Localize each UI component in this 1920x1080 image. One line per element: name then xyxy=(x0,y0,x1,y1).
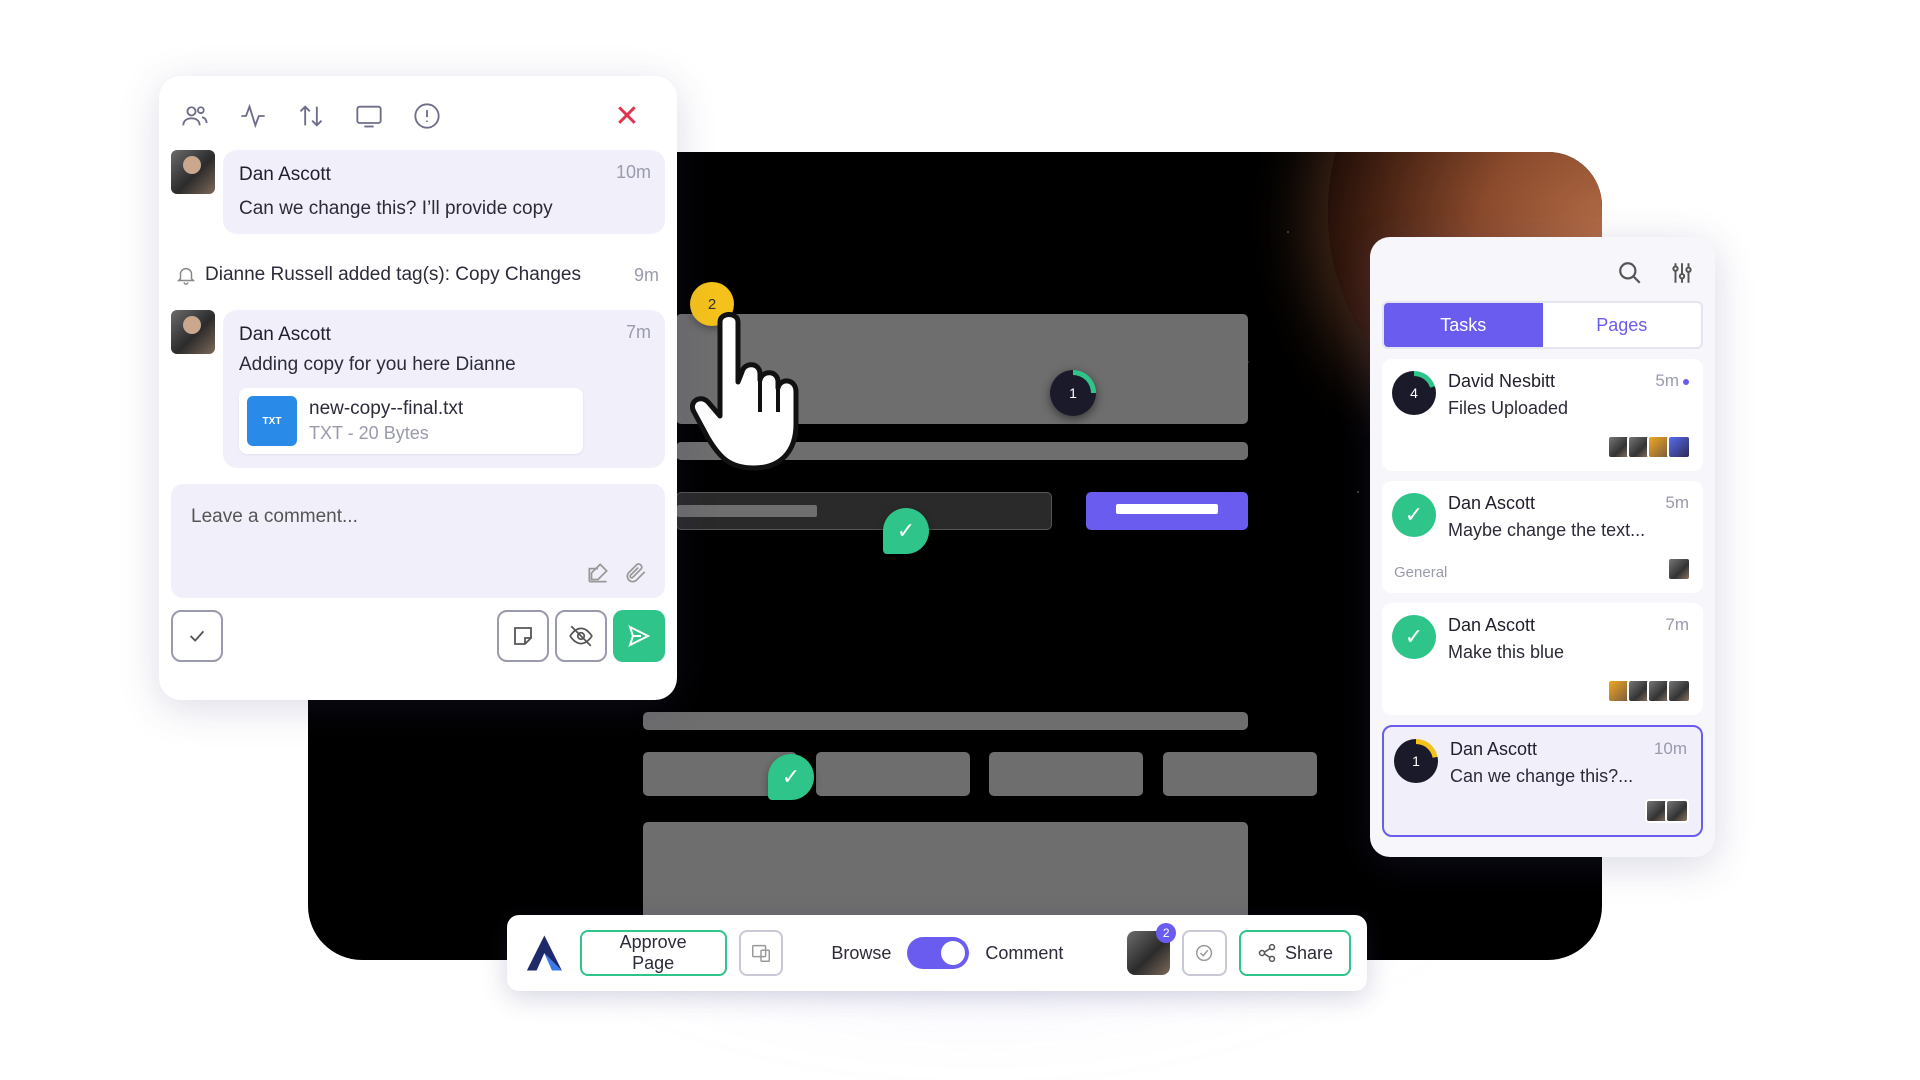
activity-entry: Dianne Russell added tag(s): Copy Change… xyxy=(171,234,665,310)
check-icon xyxy=(189,630,205,642)
placeholder-input xyxy=(676,492,1052,530)
avatar xyxy=(171,310,215,354)
approve-page-button[interactable]: Approve Page xyxy=(579,930,727,976)
assignee-avatars xyxy=(1607,435,1691,459)
share-button[interactable]: Share xyxy=(1238,930,1351,976)
task-progress-indicator: 1 xyxy=(1394,739,1438,783)
tasks-tabs: Tasks Pages xyxy=(1382,301,1703,349)
comment-marker-dark[interactable]: 1 xyxy=(1050,370,1096,416)
task-time: 10m xyxy=(1653,739,1687,758)
assignee-avatars xyxy=(1607,679,1691,703)
activity-time: 9m xyxy=(633,264,659,285)
comment-bubble[interactable]: Dan Ascott 7m Adding copy for you here D… xyxy=(223,310,665,468)
close-icon[interactable]: ✕ xyxy=(611,100,643,133)
placeholder-tile xyxy=(989,752,1143,796)
comment-message: Dan Ascott 10m Can we change this? I’ll … xyxy=(171,150,665,234)
users-icon[interactable] xyxy=(179,100,211,132)
task-card-selected[interactable]: 1 Dan Ascott 10m Can we change this?... xyxy=(1382,725,1703,837)
user-avatar[interactable]: 2 xyxy=(1127,923,1177,975)
placeholder-cta-button xyxy=(1086,492,1248,530)
bell-icon xyxy=(176,267,196,285)
task-time: 5m xyxy=(1655,371,1689,391)
mode-toggle[interactable] xyxy=(907,937,970,969)
hand-cursor-icon xyxy=(690,312,799,471)
share-icon xyxy=(1258,943,1276,963)
placeholder-line xyxy=(643,712,1248,730)
task-done-indicator: ✓ xyxy=(1392,615,1436,659)
task-author: Dan Ascott xyxy=(1448,615,1536,635)
screen-icon[interactable] xyxy=(353,100,385,132)
assignee-avatars xyxy=(1645,799,1689,823)
paperclip-icon[interactable] xyxy=(623,560,649,586)
placeholder-tile xyxy=(1163,752,1317,796)
note-button[interactable] xyxy=(497,610,549,662)
task-check-button[interactable] xyxy=(1182,930,1227,976)
task-done-indicator: ✓ xyxy=(1392,493,1436,537)
mode-switch: Browse Comment xyxy=(831,937,1063,969)
send-button[interactable] xyxy=(613,610,665,662)
comments-toolbar: ✕ xyxy=(171,90,665,142)
activity-text: Dianne Russell added tag(s): Copy Change… xyxy=(205,264,581,285)
bottom-toolbar: Approve Page Browse Comment 2 Share xyxy=(507,915,1367,991)
txt-file-icon: TXT xyxy=(247,396,297,446)
comment-author: Dan Ascott xyxy=(239,324,331,345)
activity-icon[interactable] xyxy=(237,100,269,132)
comment-text: Adding copy for you here Dianne xyxy=(239,354,516,375)
app-logo-icon xyxy=(526,935,562,971)
sort-icon[interactable] xyxy=(295,100,327,132)
comment-bubble[interactable]: Dan Ascott 10m Can we change this? I’ll … xyxy=(223,150,665,234)
check-circle-add-icon xyxy=(1195,944,1212,962)
file-attachment[interactable]: TXT new-copy--final.txt TXT - 20 Bytes xyxy=(239,388,583,454)
mode-comment-label: Comment xyxy=(985,942,1064,963)
comment-input[interactable] xyxy=(191,506,645,528)
tab-pages[interactable]: Pages xyxy=(1543,303,1702,347)
task-text: Make this blue xyxy=(1448,642,1565,662)
devices-icon xyxy=(751,944,770,962)
eye-off-icon xyxy=(569,625,593,647)
info-icon[interactable] xyxy=(411,100,443,132)
avatar xyxy=(171,150,215,194)
task-time: 5m xyxy=(1665,493,1689,512)
filter-sliders-icon[interactable] xyxy=(1669,260,1695,286)
comment-text: Can we change this? I’ll provide copy xyxy=(239,198,553,219)
comment-message: Dan Ascott 7m Adding copy for you here D… xyxy=(171,310,665,468)
placeholder-tile xyxy=(816,752,970,796)
sticky-note-icon xyxy=(514,627,532,645)
task-time: 7m xyxy=(1665,615,1689,634)
comment-actions xyxy=(171,610,665,662)
task-author: Dan Ascott xyxy=(1448,493,1536,513)
unread-dot xyxy=(1683,378,1689,385)
file-meta: TXT - 20 Bytes xyxy=(309,423,429,443)
assignee-avatars xyxy=(1667,557,1691,581)
edit-icon[interactable] xyxy=(585,560,611,586)
task-text: Can we change this?... xyxy=(1450,766,1634,786)
visibility-button[interactable] xyxy=(555,610,607,662)
comment-box xyxy=(171,484,665,598)
file-name: new-copy--final.txt xyxy=(309,398,464,419)
task-card[interactable]: ✓ Dan Ascott 7m Make this blue xyxy=(1382,603,1703,715)
comments-panel: ✕ Dan Ascott 10m Can we change this? I’l… xyxy=(159,76,677,700)
comment-author: Dan Ascott xyxy=(239,164,331,185)
tasks-header xyxy=(1382,249,1703,297)
tab-tasks[interactable]: Tasks xyxy=(1384,303,1543,347)
devices-button[interactable] xyxy=(738,930,784,976)
task-text: Files Uploaded xyxy=(1448,398,1569,418)
mode-browse-label: Browse xyxy=(831,942,892,963)
tasks-panel: Tasks Pages 4 David Nesbitt 5m Files Upl… xyxy=(1370,237,1715,857)
search-icon[interactable] xyxy=(1617,260,1643,286)
comment-time: 7m xyxy=(625,322,651,342)
resolve-button[interactable] xyxy=(171,610,223,662)
task-text: Maybe change the text... xyxy=(1448,520,1646,540)
comment-time: 10m xyxy=(615,162,651,182)
share-label: Share xyxy=(1284,942,1333,963)
resolved-marker[interactable]: ✓ xyxy=(768,754,814,800)
task-tag: General xyxy=(1394,564,1448,581)
task-progress-indicator: 4 xyxy=(1392,371,1436,415)
task-card[interactable]: ✓ Dan Ascott 5m Maybe change the text...… xyxy=(1382,481,1703,593)
task-card[interactable]: 4 David Nesbitt 5m Files Uploaded xyxy=(1382,359,1703,471)
notification-badge: 2 xyxy=(1156,923,1177,943)
send-icon xyxy=(628,625,651,647)
resolved-marker[interactable]: ✓ xyxy=(883,508,929,554)
